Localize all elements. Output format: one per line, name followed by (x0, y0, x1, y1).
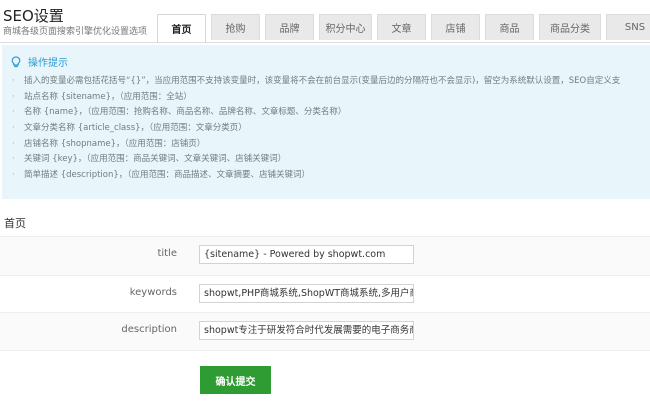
tip-item: · 插入的变量必需包括花括号“{}”，当应用范围不支持该变量时，该变量将不会在前台… (12, 76, 621, 86)
section-title: 首页 (4, 217, 26, 230)
tips-heading: 操作提示 (10, 54, 68, 69)
keywords-input[interactable]: shopwt,PHP商城系统,ShopWT商城系统,多用户商城 (199, 284, 414, 303)
lightbulb-icon (11, 55, 21, 67)
tip-item: · 名称 {name}，（应用范围：抢购名称、商品名称、品牌名称、文章标题、分类名… (12, 107, 347, 118)
tip-text: 插入的变量必需包括花括号“{}”，当应用范围不支持该变量时，该变量将不会在前台显… (24, 76, 621, 86)
title-input[interactable]: {sitename} - Powered by shopwt.com (199, 245, 414, 264)
tab-article[interactable]: 文章 (377, 14, 426, 40)
page-title: SEO设置 (3, 7, 64, 25)
description-row: description shopwt专注于研发符合时代发展需要的电子商务商城 (0, 312, 650, 351)
page-subtitle: 商城各级页面搜索引擎优化设置选项 (3, 27, 148, 37)
tab-bar: 首页 抢购 品牌 积分中心 文章 店铺 商品 商品分类 SNS (157, 14, 650, 42)
tab-brand[interactable]: 品牌 (265, 14, 314, 40)
tab-goods-category[interactable]: 商品分类 (539, 14, 601, 40)
tip-text: 文章分类名称 {article_class}，（应用范围：文章分类页） (24, 123, 247, 134)
title-row: title {sitename} - Powered by shopwt.com (0, 236, 650, 275)
tip-item: · 店铺名称 {shopname}，（应用范围：店铺页） (12, 138, 206, 149)
tab-points-center[interactable]: 积分中心 (319, 14, 372, 40)
tip-item: · 文章分类名称 {article_class}，（应用范围：文章分类页） (12, 123, 247, 134)
description-label: description (121, 324, 177, 335)
tip-text: 关键词 {key}，（应用范围：商品关键词、文章关键词、店铺关键词） (24, 154, 287, 165)
page-header: SEO设置 商城各级页面搜索引擎优化设置选项 首页 抢购 品牌 积分中心 文章 … (0, 0, 650, 44)
tab-store[interactable]: 店铺 (431, 14, 480, 40)
tip-text: 站点名称 {sitename}，（应用范围：全站） (24, 91, 192, 102)
tip-text: 简单描述 {description}，（应用范围：商品描述、文章摘要、店铺关键词… (24, 170, 311, 181)
tip-text: 名称 {name}，（应用范围：抢购名称、商品名称、品牌名称、文章标题、分类名称… (24, 107, 347, 118)
tab-home[interactable]: 首页 (157, 14, 206, 42)
tab-sns[interactable]: SNS (606, 14, 650, 40)
tip-text: 店铺名称 {shopname}，（应用范围：店铺页） (24, 138, 206, 149)
tip-item: · 站点名称 {sitename}，（应用范围：全站） (12, 91, 192, 102)
description-input[interactable]: shopwt专注于研发符合时代发展需要的电子商务商城 (199, 321, 414, 340)
tab-flash-sale[interactable]: 抢购 (211, 14, 260, 40)
tip-item: · 简单描述 {description}，（应用范围：商品描述、文章摘要、店铺关键… (12, 170, 311, 181)
tab-divider (0, 42, 650, 43)
tips-list: · 插入的变量必需包括花括号“{}”，当应用范围不支持该变量时，该变量将不会在前台… (12, 74, 650, 184)
tips-panel: 操作提示 · 插入的变量必需包括花括号“{}”，当应用范围不支持该变量时，该变量将… (2, 45, 650, 199)
submit-button[interactable]: 确认提交 (200, 366, 271, 394)
keywords-row: keywords shopwt,PHP商城系统,ShopWT商城系统,多用户商城 (0, 275, 650, 314)
tab-goods[interactable]: 商品 (485, 14, 534, 40)
keywords-label: keywords (129, 287, 177, 298)
tips-heading-text: 操作提示 (28, 58, 68, 69)
tip-item: · 关键词 {key}，（应用范围：商品关键词、文章关键词、店铺关键词） (12, 154, 287, 165)
title-label: title (157, 248, 177, 259)
